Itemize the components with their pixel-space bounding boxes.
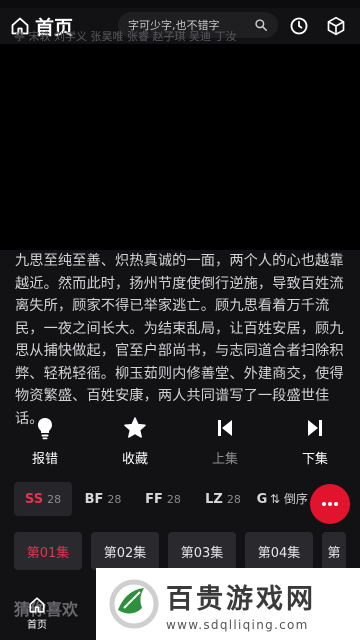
source-tab-ss[interactable]: SS 28 [14, 482, 72, 516]
episode-item[interactable]: 第01集 [14, 532, 82, 570]
bottom-tab-home[interactable]: 首页 [20, 596, 54, 631]
star-icon [124, 417, 146, 438]
cast-marquee: 亭 宋轶 刘学义 张昊唯 张睿 赵子琪 吴迪 丁汝 [14, 30, 237, 43]
source-code: G [256, 491, 268, 507]
sort-toggle[interactable]: ⇅ 倒序 [270, 490, 308, 507]
source-count: 28 [47, 492, 62, 506]
skip-next-icon [308, 420, 322, 436]
synopsis-text: 九思至纯至善、炽热真诚的一面，两个人的心也越靠越近。然而此时，扬州节度使倒行逆施… [15, 253, 344, 427]
episode-item[interactable]: 第02集 [91, 532, 159, 570]
next-episode-button[interactable]: 下集 [270, 416, 360, 472]
source-tab-bf[interactable]: BF 28 [74, 482, 132, 516]
favorite-button[interactable]: 收藏 [90, 416, 180, 472]
sort-label: 倒序 [283, 492, 308, 506]
episode-item[interactable]: 第 [322, 532, 346, 570]
watermark-url: www.sdqlliqing.com [166, 617, 309, 632]
source-count: 28 [226, 492, 241, 506]
video-player[interactable] [0, 44, 360, 250]
bottom-tab-label: 首页 [27, 620, 47, 631]
next-episode-label: 下集 [301, 452, 328, 467]
report-error-button[interactable]: 报错 [0, 416, 90, 472]
source-code: LZ [205, 491, 223, 507]
action-bar: 报错 收藏 上集 下集 [0, 416, 360, 472]
episode-item[interactable]: 第04集 [245, 532, 313, 570]
source-code: BF [84, 491, 104, 507]
previous-episode-button[interactable]: 上集 [180, 416, 270, 472]
home-icon [29, 597, 45, 613]
sort-icon: ⇅ [270, 492, 284, 506]
episode-list: 第01集 第02集 第03集 第04集 第 [14, 532, 360, 570]
watermark-banner: 百 贵 游 戏 网 www.sdqlliqing.com [96, 568, 360, 640]
source-tab-ff[interactable]: FF 28 [134, 482, 192, 516]
watermark-char: 贵 [196, 583, 223, 615]
source-count: 28 [166, 492, 181, 506]
watermark-char: 戏 [256, 583, 283, 615]
skip-previous-icon [218, 420, 232, 436]
cube-icon[interactable] [326, 16, 346, 36]
source-code: FF [145, 491, 163, 507]
watermark-char: 游 [226, 583, 253, 615]
watermark-char: 网 [286, 583, 313, 615]
status-bar [0, 0, 360, 8]
previous-episode-label: 上集 [211, 452, 238, 467]
source-count: 28 [107, 492, 122, 506]
bulb-icon [38, 418, 52, 440]
more-fab-button[interactable] [310, 484, 350, 524]
watermark-logo-icon [109, 579, 159, 629]
more-dots-icon [322, 502, 338, 506]
watermark-char: 百 [166, 583, 193, 615]
source-tab-lz[interactable]: LZ 28 [194, 482, 252, 516]
source-code: SS [24, 491, 44, 507]
report-error-label: 报错 [31, 452, 58, 467]
source-tab-partial[interactable]: G [254, 482, 270, 516]
favorite-label: 收藏 [121, 452, 148, 467]
episode-item[interactable]: 第03集 [168, 532, 236, 570]
